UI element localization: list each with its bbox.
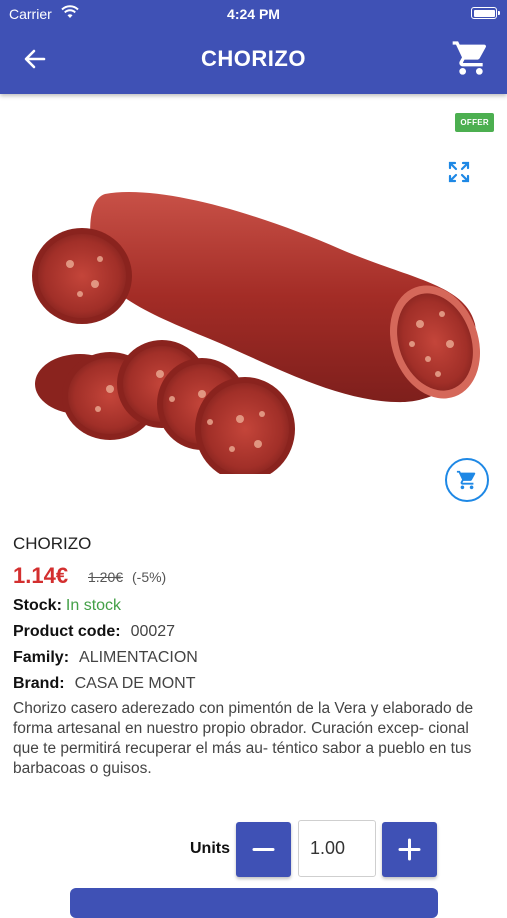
product-image-area: OFFER bbox=[0, 94, 507, 514]
units-label: Units bbox=[190, 840, 230, 857]
product-name: CHORIZO bbox=[13, 534, 92, 553]
discount-label: (-5%) bbox=[132, 569, 167, 585]
minus-icon bbox=[252, 848, 275, 851]
decrease-quantity-button[interactable] bbox=[236, 822, 291, 877]
add-to-cart-bottom-button[interactable] bbox=[70, 888, 438, 918]
brand-row: Brand: CASA DE MONT bbox=[13, 675, 195, 693]
family-row: Family: ALIMENTACION bbox=[13, 649, 198, 667]
product-price: 1.14€ bbox=[13, 563, 69, 588]
quantity-input[interactable] bbox=[298, 820, 376, 877]
brand-value: CASA DE MONT bbox=[74, 675, 196, 692]
offer-badge: OFFER bbox=[455, 113, 494, 132]
stock-label: Stock: bbox=[13, 597, 62, 614]
page-title: CHORIZO bbox=[201, 46, 306, 71]
battery-icon bbox=[471, 7, 500, 19]
brand-label: Brand: bbox=[13, 675, 65, 692]
family-value: ALIMENTACION bbox=[79, 649, 198, 666]
increase-quantity-button[interactable] bbox=[382, 822, 437, 877]
status-time: 4:24 PM bbox=[227, 6, 280, 22]
product-code-value: 00027 bbox=[130, 623, 176, 640]
product-code-label: Product code: bbox=[13, 623, 121, 640]
family-label: Family: bbox=[13, 649, 70, 666]
app-header: Carrier 4:24 PM CHORIZO bbox=[0, 0, 507, 94]
product-code-row: Product code: 00027 bbox=[13, 623, 175, 641]
product-description: Chorizo casero aderezado con pimentón de… bbox=[13, 700, 474, 777]
shopping-cart-icon[interactable] bbox=[451, 38, 491, 78]
stock-value: In stock bbox=[65, 597, 122, 614]
plus-icon bbox=[398, 838, 421, 861]
status-bar: Carrier 4:24 PM bbox=[0, 0, 507, 28]
add-to-cart-button[interactable] bbox=[445, 458, 489, 502]
add-to-cart-icon bbox=[456, 470, 476, 490]
stock-row: Stock: In stock bbox=[13, 597, 121, 615]
product-image bbox=[32, 192, 481, 474]
original-price: 1.20€ bbox=[88, 569, 124, 585]
